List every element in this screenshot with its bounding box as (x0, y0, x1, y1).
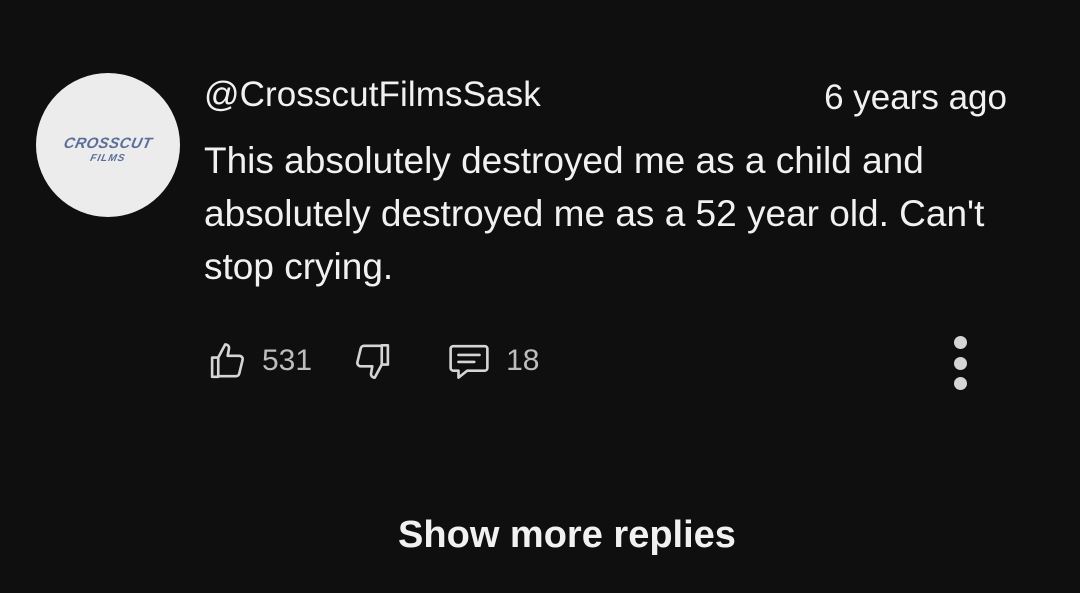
dislike-button[interactable] (352, 340, 394, 382)
like-count: 531 (262, 344, 313, 377)
reply-icon (449, 344, 489, 379)
comment-text: This absolutely destroyed me as a child … (204, 140, 985, 287)
comment-thread: CROSSCUT FILMS @CrosscutFilmsSask 6 year… (0, 0, 1080, 593)
reply-button[interactable]: 18 (446, 340, 539, 382)
comment-timestamp: 6 years ago (824, 78, 1007, 117)
more-dot (953, 356, 967, 370)
like-button[interactable]: 531 (206, 340, 312, 382)
more-dot (953, 377, 967, 390)
comment-author[interactable]: @CrosscutFilmsSask (204, 74, 541, 116)
avatar[interactable]: CROSSCUT FILMS (36, 73, 180, 217)
more-vertical-icon[interactable] (940, 336, 980, 390)
thumbs-down-icon (356, 343, 390, 379)
thumbs-up-icon (210, 343, 244, 379)
comment-actions: 531 18 (206, 336, 539, 386)
more-dot (953, 336, 967, 349)
reply-count: 18 (506, 344, 540, 377)
crosscut-films-logo: CROSSCUT FILMS (62, 135, 155, 164)
show-more-replies-button[interactable]: Show more replies (0, 512, 1080, 558)
svg-text:CROSSCUT: CROSSCUT (62, 135, 155, 152)
svg-text:FILMS: FILMS (89, 153, 126, 164)
